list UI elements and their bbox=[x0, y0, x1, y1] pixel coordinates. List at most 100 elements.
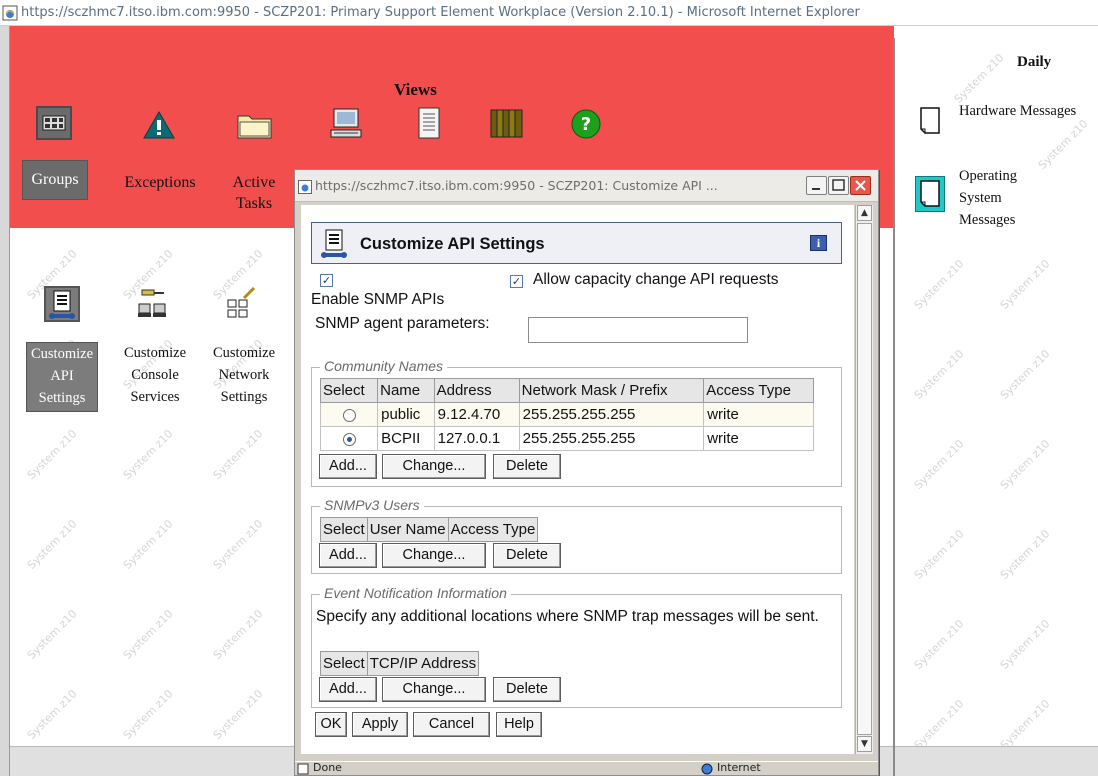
close-button[interactable] bbox=[850, 176, 871, 195]
watermark: System z10 bbox=[951, 51, 1007, 106]
table-row[interactable]: public 9.12.4.70 255.255.255.255 write bbox=[319, 402, 814, 427]
daily-hardware-messages[interactable]: Hardware Messages bbox=[959, 100, 1076, 122]
watermark: System z10 bbox=[210, 517, 266, 572]
daily-operating-system-messages[interactable]: Operating System Messages bbox=[959, 165, 1039, 231]
view-exceptions[interactable]: Exceptions bbox=[112, 172, 208, 193]
daily-panel: Daily System z10 System z10 System z10 S… bbox=[893, 38, 1098, 776]
community-change-button[interactable]: Change... bbox=[382, 454, 486, 479]
dialog-content: Customize API Settings i ✓ Enable SNMP A… bbox=[301, 205, 854, 754]
dialog-header: Customize API Settings i bbox=[311, 222, 842, 264]
snmpv3-change-button[interactable]: Change... bbox=[382, 543, 486, 568]
event-change-button[interactable]: Change... bbox=[382, 677, 486, 702]
allow-capacity-checkbox[interactable]: ✓ bbox=[510, 275, 523, 288]
console-actions-icon[interactable] bbox=[328, 106, 364, 140]
column-header[interactable]: User Name bbox=[366, 517, 449, 542]
dialog-scrollbar[interactable]: ▲ ▼ bbox=[855, 205, 873, 754]
row-select-radio[interactable] bbox=[342, 432, 356, 446]
minimize-button[interactable] bbox=[806, 176, 827, 195]
internet-zone-icon bbox=[701, 763, 713, 775]
column-header[interactable]: Address bbox=[433, 378, 520, 403]
scroll-up-arrow[interactable]: ▲ bbox=[857, 205, 872, 221]
browser-titlebar: https://sczhmc7.itso.ibm.com:9950 - SCZP… bbox=[0, 0, 1098, 26]
row-select-cell[interactable] bbox=[319, 402, 379, 427]
snmp-agent-input[interactable] bbox=[528, 317, 748, 343]
column-header[interactable]: Select bbox=[319, 378, 379, 403]
dialog-status-bar: Done Internet bbox=[295, 761, 878, 775]
view-exceptions-label: Exceptions bbox=[124, 174, 196, 191]
help-button[interactable]: Help bbox=[496, 712, 542, 737]
info-icon[interactable]: i bbox=[810, 235, 827, 251]
apply-button[interactable]: Apply bbox=[352, 712, 408, 737]
column-header[interactable]: TCP/IP Address bbox=[366, 651, 480, 676]
operating-system-messages-icon[interactable] bbox=[915, 176, 945, 212]
watermark: System z10 bbox=[24, 687, 80, 742]
close-icon bbox=[855, 180, 866, 191]
watermark: System z10 bbox=[120, 607, 176, 662]
books-icon[interactable] bbox=[488, 106, 526, 140]
snmp-agent-label: SNMP agent parameters: bbox=[315, 315, 490, 332]
column-header[interactable]: Access Type bbox=[703, 378, 814, 403]
dialog-header-title: Customize API Settings bbox=[360, 235, 545, 253]
watermark: System z10 bbox=[911, 527, 967, 582]
hardware-messages-icon[interactable] bbox=[917, 106, 943, 136]
community-names-group: Community Names Select Name Address Netw… bbox=[311, 358, 842, 487]
column-header[interactable]: Name bbox=[377, 378, 435, 403]
exceptions-icon[interactable] bbox=[142, 110, 176, 140]
dialog-titlebar[interactable]: https://sczhmc7.itso.ibm.com:9950 - SCZP… bbox=[295, 170, 878, 202]
column-header[interactable]: Network Mask / Prefix bbox=[518, 378, 705, 403]
community-add-button[interactable]: Add... bbox=[319, 454, 377, 479]
task-customize-console-services-label: Customize Console Services bbox=[123, 345, 187, 405]
ok-button[interactable]: OK bbox=[315, 712, 347, 737]
snmpv3-delete-button[interactable]: Delete bbox=[493, 543, 561, 568]
cell-access: write bbox=[703, 402, 814, 427]
snmpv3-add-button[interactable]: Add... bbox=[319, 543, 377, 568]
row-select-cell[interactable] bbox=[319, 426, 379, 451]
row-select-radio[interactable] bbox=[342, 408, 356, 422]
customize-network-settings-icon[interactable] bbox=[224, 286, 258, 320]
maximize-button[interactable] bbox=[828, 176, 849, 195]
watermark: System z10 bbox=[24, 427, 80, 482]
groups-icon[interactable] bbox=[36, 106, 72, 140]
watermark: System z10 bbox=[24, 607, 80, 662]
snmpv3-users-legend: SNMPv3 Users bbox=[320, 497, 424, 513]
community-delete-button[interactable]: Delete bbox=[493, 454, 561, 479]
views-title: Views bbox=[394, 80, 437, 99]
internet-explorer-icon bbox=[2, 5, 18, 21]
active-tasks-icon[interactable] bbox=[236, 110, 274, 140]
cancel-button[interactable]: Cancel bbox=[413, 712, 490, 737]
event-add-button[interactable]: Add... bbox=[319, 677, 377, 702]
api-settings-icon bbox=[318, 228, 350, 260]
watermark: System z10 bbox=[210, 427, 266, 482]
task-customize-api-settings-label: Customize API Settings bbox=[30, 346, 94, 406]
svg-text:?: ? bbox=[581, 114, 591, 135]
watermark: System z10 bbox=[210, 607, 266, 662]
column-header[interactable]: Access Type bbox=[447, 517, 539, 542]
customize-api-icon[interactable] bbox=[44, 286, 80, 322]
enable-snmp-checkbox[interactable]: ✓ bbox=[320, 274, 333, 287]
event-delete-button[interactable]: Delete bbox=[493, 677, 561, 702]
customize-console-services-icon[interactable] bbox=[136, 288, 170, 320]
table-row[interactable]: BCPII 127.0.0.1 255.255.255.255 write bbox=[319, 426, 814, 451]
page-icon bbox=[297, 763, 309, 775]
watermark: System z10 bbox=[210, 687, 266, 742]
task-customize-console-services[interactable]: Customize Console Services bbox=[114, 342, 196, 408]
status-zone: Internet bbox=[717, 761, 761, 774]
task-customize-api-settings[interactable]: Customize API Settings bbox=[26, 342, 98, 412]
snmpv3-users-group: SNMPv3 Users Select User Name Access Typ… bbox=[311, 497, 842, 574]
task-customize-network-settings[interactable]: Customize Network Settings bbox=[202, 342, 286, 408]
view-active-tasks[interactable]: Active Tasks bbox=[226, 172, 282, 214]
column-header[interactable]: Select bbox=[320, 517, 368, 542]
watermark: System z10 bbox=[1035, 117, 1091, 172]
scroll-down-arrow[interactable]: ▼ bbox=[857, 736, 872, 752]
view-groups[interactable]: Groups bbox=[22, 160, 88, 200]
watermark: System z10 bbox=[911, 437, 967, 492]
column-header[interactable]: Select bbox=[320, 651, 368, 676]
browser-title: https://sczhmc7.itso.ibm.com:9950 - SCZP… bbox=[21, 5, 860, 20]
view-active-tasks-label: Active Tasks bbox=[232, 174, 276, 212]
window-left-border bbox=[0, 26, 10, 776]
community-names-legend: Community Names bbox=[320, 358, 448, 374]
help-icon[interactable]: ? bbox=[570, 108, 602, 140]
scroll-thumb[interactable] bbox=[857, 223, 872, 735]
dialog-title: https://sczhmc7.itso.ibm.com:9950 - SCZP… bbox=[315, 178, 718, 193]
task-list-icon[interactable] bbox=[414, 106, 444, 140]
